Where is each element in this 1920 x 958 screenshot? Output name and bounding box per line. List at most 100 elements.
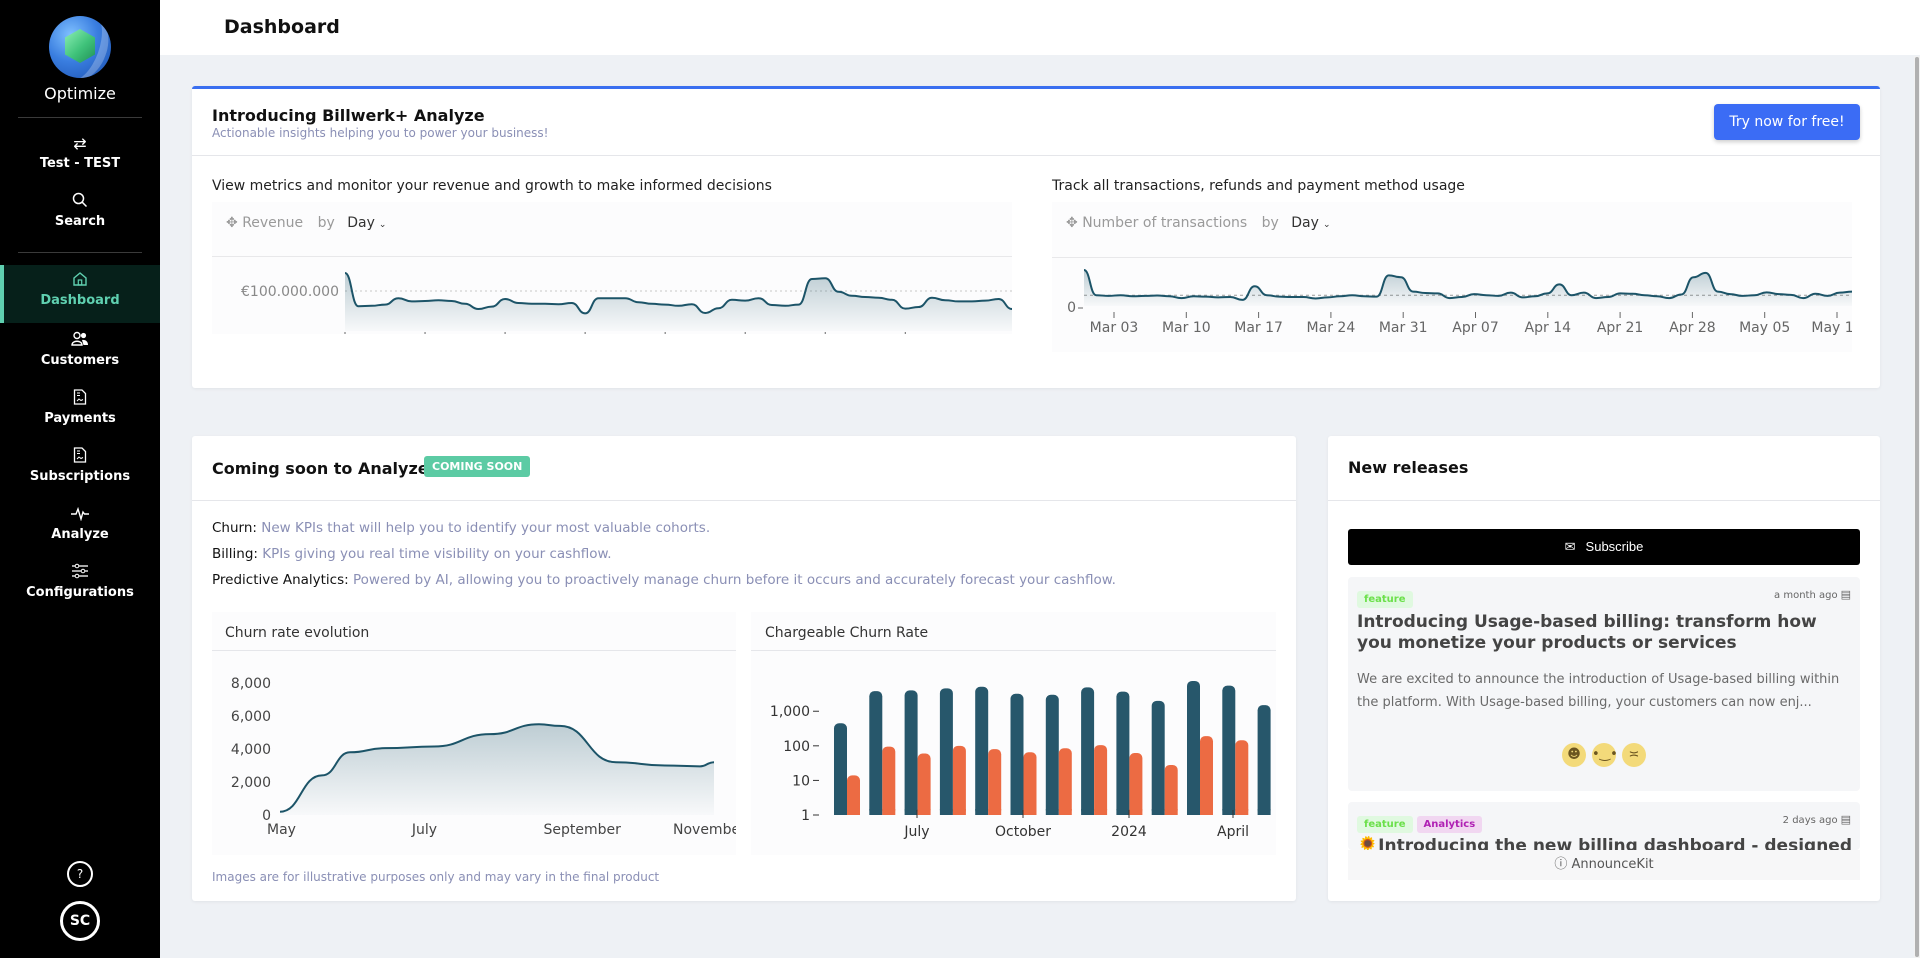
- revenue-section-label: View metrics and monitor your revenue an…: [212, 178, 772, 194]
- bar-churned: [1116, 691, 1130, 815]
- bar-churned: [939, 688, 953, 815]
- bar-base: [975, 809, 989, 815]
- account-label: Test - TEST: [39, 156, 121, 171]
- bar-chargeable-churned: [1058, 748, 1072, 815]
- x-tick-label: April: [1217, 824, 1249, 840]
- x-tick-label: Apr 21: [1597, 320, 1643, 336]
- bar-base: [917, 809, 931, 815]
- sidebar-item-label: Analyze: [51, 527, 109, 542]
- reaction-sad-icon[interactable]: ≍: [1622, 743, 1646, 767]
- disclaimer: Images are for illustrative purposes onl…: [212, 870, 660, 884]
- release-body: We are excited to announce the introduct…: [1357, 672, 1840, 710]
- reaction-happy-icon[interactable]: ☻: [1562, 743, 1586, 767]
- revenue-chart: ✥ Revenue by Day⌄ €100.000.00001.03.2024…: [212, 202, 1012, 334]
- release-date: a month ago ▤: [1774, 588, 1851, 601]
- intro-title: Introducing Billwerk+ Analyze: [212, 106, 485, 125]
- kpi-description: New KPIs that will help you to identify …: [261, 520, 711, 536]
- sidebar-item-dashboard[interactable]: Dashboard: [0, 265, 160, 323]
- bar-base: [1235, 809, 1249, 815]
- page-scrollbar[interactable]: [1914, 56, 1920, 958]
- kpi-billing: Billing: KPIs giving you real time visib…: [212, 546, 612, 562]
- bar-chargeable-churned: [988, 749, 1002, 815]
- sidebar-item-label: Subscriptions: [29, 469, 131, 484]
- bar-chargeable-churned: [917, 753, 931, 815]
- optimize-logo[interactable]: [49, 16, 111, 78]
- bar-base: [1116, 809, 1130, 815]
- sidebar-item-analyze[interactable]: Analyze: [0, 505, 160, 542]
- coming-soon-title: Coming soon to Analyze: [212, 459, 429, 478]
- release-item[interactable]: feature a month ago ▤ Introducing Usage-b…: [1348, 577, 1860, 791]
- sidebar-item-payments[interactable]: Payments: [0, 389, 160, 426]
- announcekit-footer[interactable]: ⓘ AnnounceKit: [1348, 850, 1860, 880]
- bar-base: [1200, 809, 1213, 815]
- kpi-description: Powered by AI, allowing you to proactive…: [352, 572, 1116, 588]
- transactions-section-label: Track all transactions, refunds and paym…: [1052, 178, 1465, 194]
- y-tick-label: 4,000: [231, 742, 271, 758]
- release-title[interactable]: 🌻Introducing the new billing dashboard -…: [1357, 836, 1852, 850]
- revenue-chart-svg: €100.000.00001.03.202407.03.202413.03.20…: [241, 272, 1012, 334]
- sidebar-item-subscriptions[interactable]: Subscriptions: [0, 447, 160, 484]
- bar-chargeable-churned: [1023, 752, 1037, 815]
- search-icon: [0, 192, 160, 212]
- y-tick-label: 100: [783, 739, 810, 755]
- bar-chargeable-churned: [882, 746, 896, 815]
- bar-base: [952, 809, 966, 815]
- y-tick-label: 6,000: [231, 709, 271, 725]
- bar-churned: [834, 723, 847, 815]
- bar-base: [988, 809, 1002, 815]
- release-item[interactable]: feature Analytics 2 days ago ▤ 🌻Introducin…: [1348, 802, 1860, 850]
- x-tick-label: May 12: [1811, 320, 1852, 336]
- bar-base: [1151, 809, 1165, 815]
- intro-subtitle: Actionable insights helping you to power…: [212, 126, 549, 140]
- announcekit-label: AnnounceKit: [1571, 857, 1654, 872]
- x-tick-label: Apr 07: [1452, 320, 1498, 336]
- sliders-icon: [0, 563, 160, 583]
- tag-analytics: Analytics: [1416, 816, 1483, 833]
- coming-soon-card: Coming soon to Analyze COMING SOON Churn…: [192, 436, 1296, 901]
- bar-base: [1023, 809, 1037, 815]
- tag-feature: feature: [1357, 816, 1413, 833]
- card-divider: [1328, 500, 1880, 501]
- help-button[interactable]: ?: [67, 861, 93, 887]
- kpi-predictive: Predictive Analytics: Powered by AI, all…: [212, 572, 1116, 588]
- churn-area: [280, 724, 714, 815]
- release-title[interactable]: Introducing Usage-based billing: transfo…: [1357, 612, 1851, 654]
- pulse-icon: [0, 505, 160, 525]
- transactions-chart: ✥ Number of transactions by Day ⌄ 0 Mar 03…: [1052, 202, 1852, 352]
- y-tick-label: 1: [801, 808, 810, 824]
- sidebar-item-label: Configurations: [26, 585, 134, 600]
- brand-name: Optimize: [44, 84, 116, 103]
- x-tick-label: May 05: [1739, 320, 1790, 336]
- reactions: ☻ •‿• ≍: [1348, 743, 1860, 767]
- x-tick-label: Apr 28: [1669, 320, 1715, 336]
- bar-churned: [1081, 687, 1095, 815]
- new-releases-card: New releases ✉ Subscribe feature a month …: [1328, 436, 1880, 901]
- announcekit-icon: ⓘ: [1554, 857, 1572, 872]
- user-avatar[interactable]: SC: [60, 901, 100, 941]
- page-title: Dashboard: [224, 16, 340, 38]
- release-tags: feature: [1357, 587, 1417, 608]
- scrollbar-thumb[interactable]: [1915, 57, 1919, 957]
- bar-base: [1129, 809, 1143, 815]
- release-date: 2 days ago ▤: [1783, 813, 1851, 826]
- bar-base: [834, 809, 847, 815]
- transactions-area: [1084, 270, 1852, 306]
- reaction-neutral-icon[interactable]: •‿•: [1592, 743, 1618, 767]
- subscribe-button[interactable]: ✉ Subscribe: [1348, 529, 1860, 565]
- sidebar-item-customers[interactable]: Customers: [0, 331, 160, 368]
- y-tick-label: 2,000: [231, 775, 271, 791]
- sidebar: Optimize ⇄ Test - TEST Search Dashboard …: [0, 0, 160, 958]
- document-icon: [0, 389, 160, 409]
- kpi-key: Predictive Analytics:: [212, 572, 349, 588]
- revenue-area: [345, 273, 1012, 331]
- new-releases-title: New releases: [1348, 458, 1469, 477]
- date-text: a month ago: [1774, 590, 1838, 601]
- account-switcher[interactable]: ⇄ Test - TEST: [0, 134, 160, 171]
- sidebar-divider: [18, 117, 142, 118]
- try-now-button[interactable]: Try now for free!: [1714, 104, 1860, 140]
- sidebar-search[interactable]: Search: [0, 192, 160, 229]
- sidebar-item-configurations[interactable]: Configurations: [0, 563, 160, 600]
- mail-icon: ✉: [1564, 539, 1576, 554]
- x-tick-label: September: [544, 822, 622, 838]
- x-tick-label: July: [903, 824, 929, 840]
